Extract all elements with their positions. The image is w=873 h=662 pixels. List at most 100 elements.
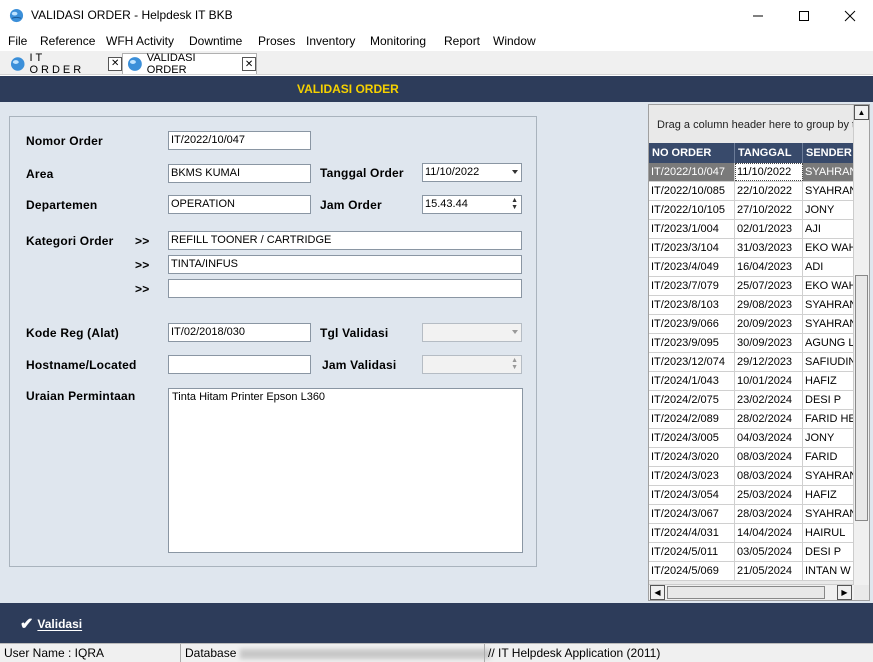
cell-sender[interactable]: EKO WAH xyxy=(803,277,854,295)
cell-tanggal[interactable]: 31/03/2023 xyxy=(735,239,803,257)
table-row[interactable]: IT/2024/3/020 08/03/2024 FARID xyxy=(649,448,854,467)
menu-report[interactable]: Report xyxy=(444,34,480,48)
cell-no-order[interactable]: IT/2023/9/095 xyxy=(649,334,735,352)
cell-no-order[interactable]: IT/2024/2/075 xyxy=(649,391,735,409)
menu-downtime[interactable]: Downtime xyxy=(189,34,242,48)
cell-no-order[interactable]: IT/2024/5/069 xyxy=(649,562,735,580)
table-row[interactable]: IT/2022/10/105 27/10/2022 JONY xyxy=(649,201,854,220)
cell-no-order[interactable]: IT/2024/3/054 xyxy=(649,486,735,504)
cell-no-order[interactable]: IT/2024/1/043 xyxy=(649,372,735,390)
cell-tanggal[interactable]: 14/04/2024 xyxy=(735,524,803,542)
cell-tanggal[interactable]: 11/10/2022 xyxy=(735,163,803,181)
cell-no-order[interactable]: IT/2024/4/031 xyxy=(649,524,735,542)
chevron-down-icon[interactable] xyxy=(512,170,518,174)
cell-sender[interactable]: HAFIZ xyxy=(803,372,854,390)
cell-sender[interactable]: SYAHRAN xyxy=(803,163,854,181)
cell-no-order[interactable]: IT/2023/1/004 xyxy=(649,220,735,238)
menu-reference[interactable]: Reference xyxy=(40,34,95,48)
table-row[interactable]: IT/2023/9/066 20/09/2023 SYAHRAN xyxy=(649,315,854,334)
maximize-button[interactable] xyxy=(781,0,827,31)
area-field[interactable]: BKMS KUMAI xyxy=(168,164,311,183)
cell-no-order[interactable]: IT/2022/10/047 xyxy=(649,163,735,181)
table-row[interactable]: IT/2024/3/054 25/03/2024 HAFIZ xyxy=(649,486,854,505)
cell-tanggal[interactable]: 28/02/2024 xyxy=(735,410,803,428)
cell-sender[interactable]: SYAHRAN xyxy=(803,296,854,314)
departemen-field[interactable]: OPERATION xyxy=(168,195,311,214)
menu-window[interactable]: Window xyxy=(493,34,536,48)
cell-no-order[interactable]: IT/2023/8/103 xyxy=(649,296,735,314)
scroll-left-icon[interactable]: ◀ xyxy=(650,585,665,600)
kategori-3-picker-button[interactable]: >> xyxy=(135,282,149,296)
tab-validasi-order[interactable]: VALIDASI ORDER ✕ xyxy=(122,52,257,76)
cell-tanggal[interactable]: 23/02/2024 xyxy=(735,391,803,409)
kategori-order-field-1[interactable]: REFILL TOONER / CARTRIDGE xyxy=(168,231,522,250)
scroll-thumb-vertical[interactable] xyxy=(855,275,868,521)
menu-wfh-activity[interactable]: WFH Activity xyxy=(106,34,174,48)
cell-no-order[interactable]: IT/2024/2/089 xyxy=(649,410,735,428)
hostname-field[interactable] xyxy=(168,355,311,374)
cell-sender[interactable]: HAFIZ xyxy=(803,486,854,504)
cell-no-order[interactable]: IT/2022/10/085 xyxy=(649,182,735,200)
cell-tanggal[interactable]: 25/03/2024 xyxy=(735,486,803,504)
table-row[interactable]: IT/2023/4/049 16/04/2023 ADI xyxy=(649,258,854,277)
tanggal-order-picker[interactable]: 11/10/2022 xyxy=(422,163,522,182)
scroll-right-icon[interactable]: ▶ xyxy=(837,585,852,600)
nomor-order-field[interactable]: IT/2022/10/047 xyxy=(168,131,311,150)
cell-sender[interactable]: SAFIUDIN xyxy=(803,353,854,371)
table-row[interactable]: IT/2024/2/089 28/02/2024 FARID HE xyxy=(649,410,854,429)
cell-tanggal[interactable]: 04/03/2024 xyxy=(735,429,803,447)
cell-sender[interactable]: EKO WAH xyxy=(803,239,854,257)
cell-tanggal[interactable]: 25/07/2023 xyxy=(735,277,803,295)
table-row[interactable]: IT/2022/10/085 22/10/2022 SYAHRAN xyxy=(649,182,854,201)
table-row[interactable]: IT/2024/1/043 10/01/2024 HAFIZ xyxy=(649,372,854,391)
table-row[interactable]: IT/2023/3/104 31/03/2023 EKO WAH xyxy=(649,239,854,258)
cell-tanggal[interactable]: 08/03/2024 xyxy=(735,448,803,466)
cell-no-order[interactable]: IT/2023/4/049 xyxy=(649,258,735,276)
cell-sender[interactable]: HAIRUL xyxy=(803,524,854,542)
scroll-thumb-horizontal[interactable] xyxy=(667,586,825,599)
cell-tanggal[interactable]: 22/10/2022 xyxy=(735,182,803,200)
menu-file[interactable]: File xyxy=(8,34,27,48)
cell-sender[interactable]: SYAHRAN xyxy=(803,505,854,523)
cell-sender[interactable]: FARID HE xyxy=(803,410,854,428)
column-header-no-order[interactable]: NO ORDER xyxy=(649,143,735,163)
table-row[interactable]: IT/2023/1/004 02/01/2023 AJI xyxy=(649,220,854,239)
minimize-button[interactable] xyxy=(735,0,781,31)
grid-vertical-scrollbar[interactable]: ▲ xyxy=(853,105,869,585)
cell-sender[interactable]: DESI P xyxy=(803,391,854,409)
kategori-order-field-3[interactable] xyxy=(168,279,522,298)
cell-no-order[interactable]: IT/2024/5/011 xyxy=(649,543,735,561)
table-row[interactable]: IT/2023/12/074 29/12/2023 SAFIUDIN xyxy=(649,353,854,372)
cell-sender[interactable]: SYAHRAN xyxy=(803,467,854,485)
scroll-up-icon[interactable]: ▲ xyxy=(854,105,869,120)
table-row[interactable]: IT/2024/5/011 03/05/2024 DESI P xyxy=(649,543,854,562)
table-row[interactable]: IT/2022/10/047 11/10/2022 SYAHRAN xyxy=(649,163,854,182)
table-row[interactable]: IT/2023/9/095 30/09/2023 AGUNG L xyxy=(649,334,854,353)
table-row[interactable]: IT/2024/3/023 08/03/2024 SYAHRAN xyxy=(649,467,854,486)
table-row[interactable]: IT/2024/3/005 04/03/2024 JONY xyxy=(649,429,854,448)
cell-no-order[interactable]: IT/2023/12/074 xyxy=(649,353,735,371)
validasi-button[interactable]: ✔ Validasi xyxy=(20,614,82,634)
cell-tanggal[interactable]: 03/05/2024 xyxy=(735,543,803,561)
table-row[interactable]: IT/2024/3/067 28/03/2024 SYAHRAN xyxy=(649,505,854,524)
cell-no-order[interactable]: IT/2023/3/104 xyxy=(649,239,735,257)
cell-tanggal[interactable]: 16/04/2023 xyxy=(735,258,803,276)
table-row[interactable]: IT/2024/4/031 14/04/2024 HAIRUL xyxy=(649,524,854,543)
cell-no-order[interactable]: IT/2023/9/066 xyxy=(649,315,735,333)
kode-reg-field[interactable]: IT/02/2018/030 xyxy=(168,323,311,342)
cell-tanggal[interactable]: 27/10/2022 xyxy=(735,201,803,219)
cell-tanggal[interactable]: 20/09/2023 xyxy=(735,315,803,333)
cell-tanggal[interactable]: 10/01/2024 xyxy=(735,372,803,390)
table-row[interactable]: IT/2023/8/103 29/08/2023 SYAHRAN xyxy=(649,296,854,315)
jam-order-spinner[interactable]: 15.43.44 ▲ ▼ xyxy=(422,195,522,214)
kategori-2-picker-button[interactable]: >> xyxy=(135,258,149,272)
menu-proses[interactable]: Proses xyxy=(258,34,295,48)
table-row[interactable]: IT/2024/5/069 21/05/2024 INTAN W xyxy=(649,562,854,581)
cell-sender[interactable]: SYAHRAN xyxy=(803,315,854,333)
column-header-tanggal[interactable]: TANGGAL xyxy=(735,143,803,163)
cell-tanggal[interactable]: 30/09/2023 xyxy=(735,334,803,352)
group-by-hint[interactable]: Drag a column header here to group by t xyxy=(657,119,855,131)
cell-tanggal[interactable]: 02/01/2023 xyxy=(735,220,803,238)
tab-it-order[interactable]: IT ORDER ✕ xyxy=(0,52,122,76)
table-row[interactable]: IT/2023/7/079 25/07/2023 EKO WAH xyxy=(649,277,854,296)
